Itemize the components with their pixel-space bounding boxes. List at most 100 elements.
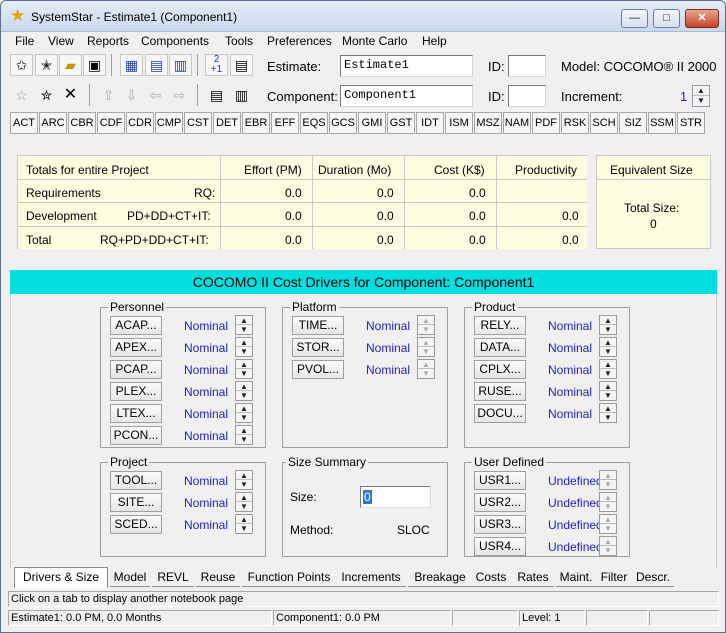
menu-tools[interactable]: Tools [225, 34, 253, 48]
window-list-icon[interactable]: ▤ [145, 54, 168, 76]
product-driver-stepper-3[interactable]: ▲ ▼ [599, 381, 617, 401]
menu-components[interactable]: Components [141, 34, 209, 48]
stepper-up-icon[interactable]: ▲ [600, 360, 616, 369]
user_defined-driver-button-0[interactable]: USR1... [474, 471, 526, 490]
size-input[interactable]: 0 [360, 486, 431, 508]
new-estimate-icon[interactable]: ✩ [10, 54, 33, 76]
report-button-sch[interactable]: SCH [590, 112, 618, 134]
report-button-idt[interactable]: IDT [416, 112, 444, 134]
stepper-up-icon[interactable]: ▲ [600, 316, 616, 325]
stepper-down-icon[interactable]: ▼ [600, 502, 616, 511]
stepper-up-icon[interactable]: ▲ [418, 360, 434, 369]
move-up-icon[interactable]: ⇧ [97, 84, 120, 106]
tab-descr[interactable]: Descr. [632, 568, 674, 587]
stepper-down-icon[interactable]: ▼ [418, 347, 434, 356]
stepper-up-icon[interactable]: ▲ [236, 515, 252, 524]
spreadsheet-icon[interactable]: ▦ [120, 54, 143, 76]
add-component-icon[interactable]: ✮ [35, 84, 58, 106]
stepper-up-icon[interactable]: ▲ [236, 426, 252, 435]
stepper-up-icon[interactable]: ▲ [236, 493, 252, 502]
stepper-up-icon[interactable]: ▲ [418, 338, 434, 347]
project-driver-stepper-0[interactable]: ▲ ▼ [235, 470, 253, 490]
stepper-up-icon[interactable]: ▲ [236, 404, 252, 413]
report-button-cdr[interactable]: CDR [126, 112, 154, 134]
platform-driver-stepper-0[interactable]: ▲ ▼ [417, 315, 435, 335]
report-button-rsk[interactable]: RSK [561, 112, 589, 134]
personnel-driver-button-2[interactable]: PCAP... [110, 360, 162, 379]
project-driver-stepper-1[interactable]: ▲ ▼ [235, 492, 253, 512]
estimate-name-field[interactable]: Estimate1 [340, 55, 473, 77]
stepper-down-icon[interactable]: ▼ [600, 369, 616, 378]
report-button-cdf[interactable]: CDF [97, 112, 125, 134]
report-button-ism[interactable]: ISM [445, 112, 473, 134]
report-button-nam[interactable]: NAM [503, 112, 531, 134]
component-id-field[interactable] [508, 85, 546, 107]
project-driver-button-1[interactable]: SITE... [110, 493, 162, 512]
personnel-driver-stepper-2[interactable]: ▲ ▼ [235, 359, 253, 379]
personnel-driver-stepper-1[interactable]: ▲ ▼ [235, 337, 253, 357]
report-icon[interactable]: ▤ [230, 54, 253, 76]
personnel-driver-button-5[interactable]: PCON... [110, 426, 162, 445]
tab-drivers-size[interactable]: Drivers & Size [14, 567, 108, 588]
stepper-down-icon[interactable]: ▼ [236, 347, 252, 356]
product-driver-stepper-4[interactable]: ▲ ▼ [599, 403, 617, 423]
platform-driver-button-1[interactable]: STOR... [292, 338, 344, 357]
stepper-up-icon[interactable]: ▲ [600, 537, 616, 546]
report-button-cbr[interactable]: CBR [68, 112, 96, 134]
stepper-up-icon[interactable]: ▲ [600, 493, 616, 502]
tab-rates[interactable]: Rates [512, 568, 554, 587]
print-preview-icon[interactable]: ▤ [205, 84, 228, 106]
open-folder-icon[interactable]: ▰ [59, 54, 82, 76]
report-button-eff[interactable]: EFF [271, 112, 299, 134]
personnel-driver-button-4[interactable]: LTEX... [110, 404, 162, 423]
report-button-gcs[interactable]: GCS [329, 112, 357, 134]
stepper-up-icon[interactable]: ▲ [236, 316, 252, 325]
print-icon[interactable]: ▥ [230, 84, 253, 106]
component-name-field[interactable]: Component1 [340, 85, 473, 107]
report-button-ssm[interactable]: SSM [648, 112, 676, 134]
stepper-down-icon[interactable]: ▼ [236, 480, 252, 489]
report-button-cmp[interactable]: CMP [155, 112, 183, 134]
stepper-up-icon[interactable]: ▲ [600, 515, 616, 524]
project-driver-stepper-2[interactable]: ▲ ▼ [235, 514, 253, 534]
stepper-up-icon[interactable]: ▲ [418, 316, 434, 325]
stepper-down-icon[interactable]: ▼ [236, 502, 252, 511]
tab-costs[interactable]: Costs [470, 568, 512, 587]
report-button-act[interactable]: ACT [10, 112, 38, 134]
report-button-cst[interactable]: CST [184, 112, 212, 134]
report-button-str[interactable]: STR [677, 112, 705, 134]
platform-driver-button-2[interactable]: PVOL... [292, 360, 344, 379]
stepper-up-icon[interactable]: ▲ [600, 338, 616, 347]
personnel-driver-stepper-5[interactable]: ▲ ▼ [235, 425, 253, 445]
window-tile-icon[interactable]: ▥ [169, 54, 192, 76]
stepper-down-icon[interactable]: ▼ [600, 413, 616, 422]
move-down-icon[interactable]: ⇩ [120, 84, 143, 106]
report-button-msz[interactable]: MSZ [474, 112, 502, 134]
stepper-down-icon[interactable]: ▼ [600, 480, 616, 489]
project-driver-button-0[interactable]: TOOL... [110, 471, 162, 490]
tab-breakage[interactable]: Breakage [408, 568, 472, 587]
product-driver-button-3[interactable]: RUSE... [474, 382, 526, 401]
increment-stepper[interactable]: ▲ ▼ [692, 85, 710, 107]
product-driver-button-2[interactable]: CPLX... [474, 360, 526, 379]
stepper-down-icon[interactable]: ▼ [236, 524, 252, 533]
minimize-button[interactable]: — [621, 9, 648, 28]
user_defined-driver-button-2[interactable]: USR3... [474, 515, 526, 534]
menu-help[interactable]: Help [422, 34, 447, 48]
star-icon[interactable]: ☆ [10, 84, 33, 106]
new-component-icon[interactable]: ✭ [35, 54, 58, 76]
personnel-driver-button-3[interactable]: PLEX... [110, 382, 162, 401]
personnel-driver-button-1[interactable]: APEX... [110, 338, 162, 357]
stepper-down-icon[interactable]: ▼ [236, 413, 252, 422]
report-button-ebr[interactable]: EBR [242, 112, 270, 134]
personnel-driver-stepper-4[interactable]: ▲ ▼ [235, 403, 253, 423]
platform-driver-stepper-1[interactable]: ▲ ▼ [417, 337, 435, 357]
personnel-driver-button-0[interactable]: ACAP... [110, 316, 162, 335]
stepper-up-icon[interactable]: ▲ [236, 360, 252, 369]
menu-reports[interactable]: Reports [87, 34, 129, 48]
stepper-down-icon[interactable]: ▼ [418, 325, 434, 334]
maximize-button[interactable]: □ [653, 9, 680, 28]
tab-reuse[interactable]: Reuse [196, 568, 240, 587]
user_defined-driver-stepper-3[interactable]: ▲ ▼ [599, 536, 617, 556]
tab-revl[interactable]: REVL [152, 568, 194, 587]
